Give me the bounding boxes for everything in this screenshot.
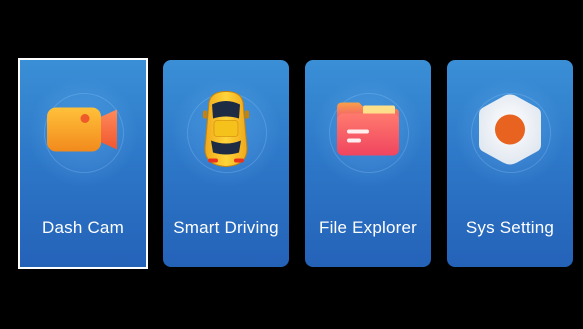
sys-setting-label: Sys Setting bbox=[465, 218, 555, 237]
folder-icon bbox=[333, 100, 403, 165]
dash-cam-tile[interactable]: Dash Cam bbox=[18, 58, 148, 269]
main-menu: Dash Cam Smart Driving File Explorer Sys… bbox=[18, 58, 574, 272]
sys-setting-tile[interactable]: Sys Setting bbox=[447, 60, 573, 267]
file-explorer-label: File Explorer bbox=[318, 218, 418, 237]
settings-icon bbox=[471, 91, 549, 174]
home-screen: Dash Cam Smart Driving File Explorer Sys… bbox=[5, 5, 577, 323]
video-camera-icon bbox=[43, 102, 123, 163]
smart-driving-tile[interactable]: Smart Driving bbox=[163, 60, 289, 267]
car-icon bbox=[199, 89, 253, 176]
smart-driving-label: Smart Driving bbox=[173, 218, 279, 237]
file-explorer-tile[interactable]: File Explorer bbox=[305, 60, 431, 267]
dash-cam-label: Dash Cam bbox=[42, 218, 124, 237]
